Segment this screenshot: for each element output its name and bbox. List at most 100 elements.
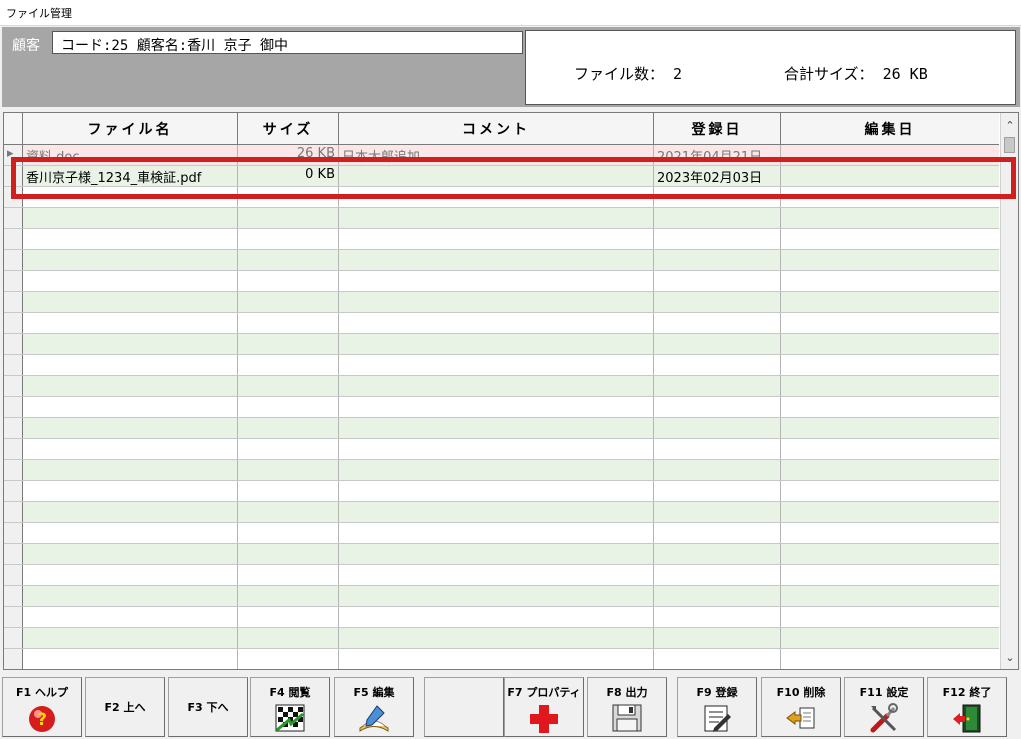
scroll-up-icon[interactable]: ⌃ [1001,117,1018,135]
row-selector[interactable] [4,586,23,606]
cell-empty [23,313,238,333]
column-header-comment[interactable]: コメント [339,113,654,145]
row-selector[interactable] [4,292,23,312]
toolbar-button-empty[interactable] [424,677,504,737]
table-row[interactable] [4,334,999,355]
toolbar-button-9[interactable]: F9 登録 [677,677,757,737]
table-row[interactable] [4,649,999,669]
cell-name: 資料.doc [23,145,238,165]
row-selector[interactable] [4,271,23,291]
row-selector[interactable] [4,460,23,480]
table-row[interactable]: 香川京子様_1234_車検証.pdf 0 KB 2023年02月03日 [4,166,999,187]
row-selector[interactable] [4,313,23,333]
toolbar-button-7[interactable]: F7 プロパティ [504,677,584,737]
row-selector[interactable] [4,208,23,228]
cell-empty [339,397,654,417]
table-row[interactable] [4,271,999,292]
cell-empty [781,649,999,669]
toolbar-button-10[interactable]: F10 削除 [761,677,841,737]
toolbar-button-label: F11 設定 [859,686,909,699]
cell-empty [238,607,339,627]
table-row[interactable] [4,628,999,649]
row-selector[interactable] [4,439,23,459]
table-row[interactable] [4,229,999,250]
row-selector[interactable] [4,523,23,543]
cell-empty [339,565,654,585]
cell-empty [339,649,654,669]
table-row[interactable] [4,460,999,481]
row-selector[interactable] [4,628,23,648]
column-header-name[interactable]: ファイル名 [23,113,238,145]
cell-empty [339,208,654,228]
row-selector[interactable] [4,565,23,585]
row-selector[interactable] [4,355,23,375]
cell-empty [654,187,781,207]
row-selector[interactable] [4,502,23,522]
table-row[interactable] [4,523,999,544]
cell-empty [339,229,654,249]
toolbar-button-12[interactable]: F12 終了 [927,677,1007,737]
table-row[interactable] [4,187,999,208]
row-selector[interactable] [4,376,23,396]
table-row[interactable] [4,250,999,271]
row-selector[interactable] [4,166,23,186]
cell-empty [23,439,238,459]
cell-size: 0 KB [238,166,339,186]
toolbar-button-8[interactable]: F8 出力 [587,677,667,737]
table-row[interactable] [4,313,999,334]
table-row[interactable] [4,544,999,565]
table-row[interactable] [4,208,999,229]
file-grid[interactable]: ファイル名 サイズ コメント 登録日 編集日 ▸ 資料.doc 26 KB 日本… [3,112,1019,670]
row-selector[interactable] [4,481,23,501]
column-header-registered[interactable]: 登録日 [654,113,781,145]
cell-comment: 日本太郎追加 [339,145,654,165]
column-header-size[interactable]: サイズ [238,113,339,145]
row-selector[interactable] [4,229,23,249]
table-row[interactable] [4,502,999,523]
toolbar-button-5[interactable]: F5 編集 [334,677,414,737]
toolbar-button-4[interactable]: F4 閲覧 [250,677,330,737]
cell-empty [238,502,339,522]
row-selector[interactable] [4,418,23,438]
row-selector[interactable] [4,187,23,207]
scroll-thumb[interactable] [1004,137,1015,153]
toolbar-button-2[interactable]: F2 上へ [85,677,165,737]
row-selector[interactable] [4,649,23,669]
cell-empty [654,376,781,396]
cell-empty [781,334,999,354]
toolbar-button-3[interactable]: F3 下へ [168,677,248,737]
cell-empty [654,649,781,669]
customer-field[interactable]: コード:25 顧客名:香川 京子 御中 [52,31,523,54]
cell-empty [23,565,238,585]
cell-empty [781,187,999,207]
column-header-edited[interactable]: 編集日 [781,113,999,145]
table-row[interactable]: ▸ 資料.doc 26 KB 日本太郎追加 2021年04月21日 [4,145,999,166]
row-selector[interactable] [4,250,23,270]
table-row[interactable] [4,586,999,607]
cell-registered: 2023年02月03日 [654,166,781,186]
table-row[interactable] [4,481,999,502]
cell-empty [339,376,654,396]
row-selector[interactable]: ▸ [4,145,23,165]
table-row[interactable] [4,292,999,313]
table-row[interactable] [4,397,999,418]
toolbar-button-1[interactable]: F1 ヘルプ? [2,677,82,737]
table-row[interactable] [4,418,999,439]
row-selector[interactable] [4,397,23,417]
cell-empty [781,208,999,228]
toolbar-button-label: F10 削除 [776,686,826,699]
toolbar-button-label: F7 プロパティ [507,686,581,699]
table-row[interactable] [4,355,999,376]
cell-empty [339,439,654,459]
row-selector[interactable] [4,544,23,564]
scroll-down-icon[interactable]: ⌄ [1001,649,1018,667]
table-row[interactable] [4,565,999,586]
toolbar-button-11[interactable]: F11 設定 [844,677,924,737]
vertical-scrollbar[interactable]: ⌃ ⌄ [1000,113,1018,669]
table-row[interactable] [4,607,999,628]
row-selector[interactable] [4,607,23,627]
cell-empty [781,250,999,270]
row-selector[interactable] [4,334,23,354]
table-row[interactable] [4,376,999,397]
table-row[interactable] [4,439,999,460]
